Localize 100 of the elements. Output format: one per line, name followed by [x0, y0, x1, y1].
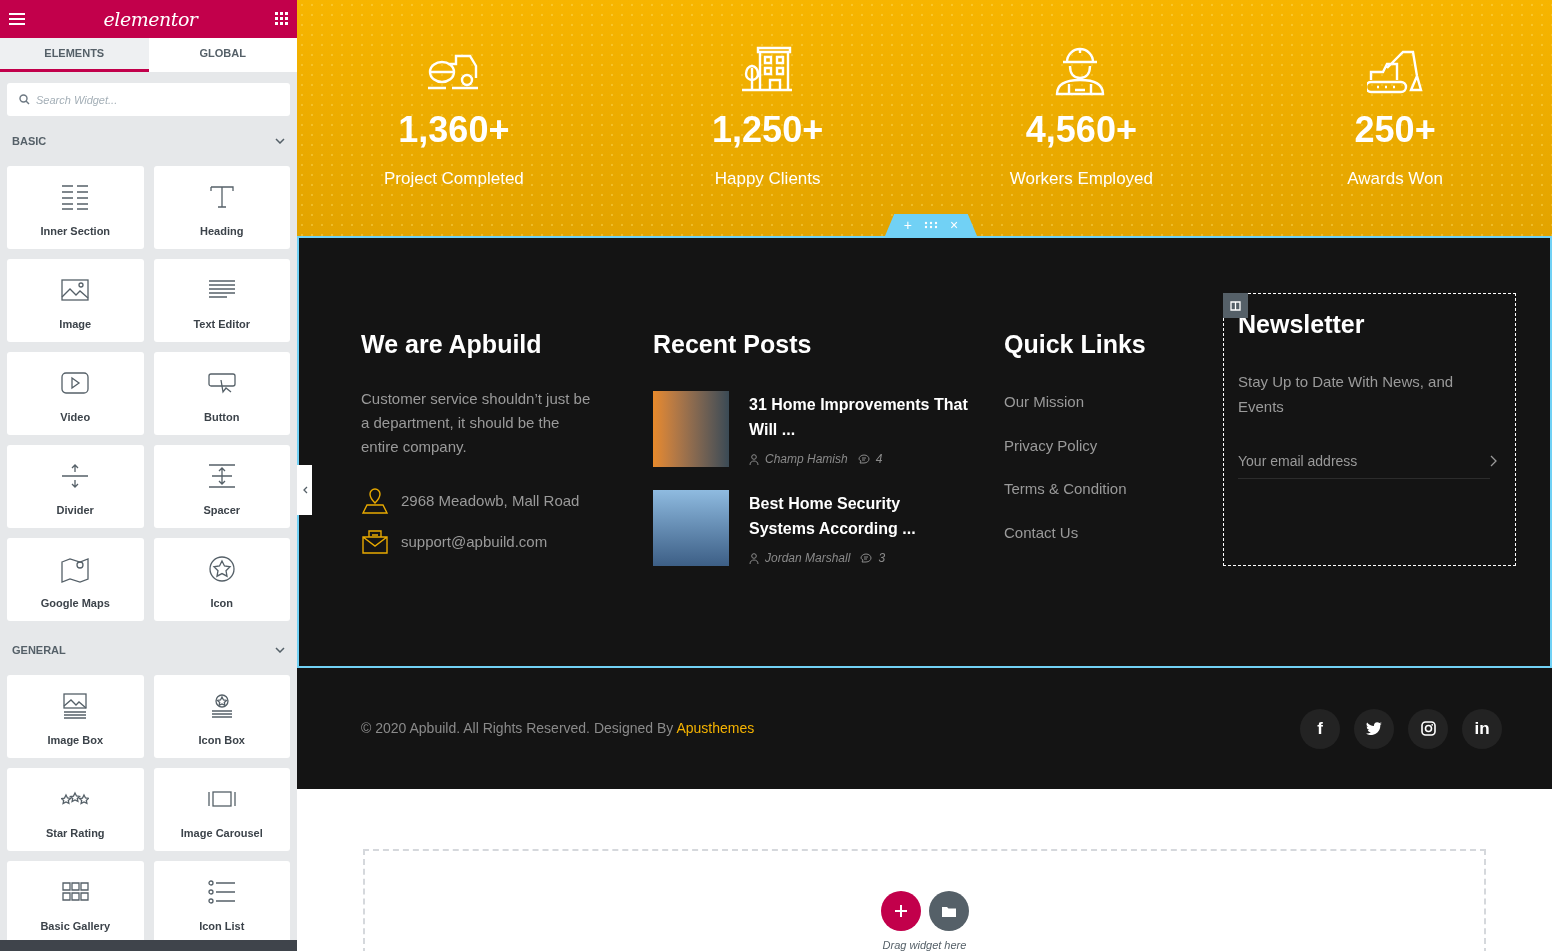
post-author: Champ Hamish [765, 451, 848, 468]
facebook-link[interactable]: f [1300, 708, 1340, 749]
stat-label: Happy Clients [714, 168, 821, 190]
person-icon [749, 453, 759, 465]
widget-label: Video [60, 409, 91, 425]
stat-value: 250+ [1354, 112, 1436, 148]
widget-card[interactable]: Icon [153, 538, 290, 621]
chevron-icon[interactable] [275, 138, 285, 144]
designer-link[interactable]: Apusthemes [676, 720, 755, 736]
imagebox-icon [61, 692, 90, 720]
footer-link[interactable]: Our Mission [1004, 391, 1223, 414]
add-section-button[interactable] [880, 891, 921, 931]
twitter-link[interactable] [1354, 708, 1394, 749]
newsletter-text: Stay Up to Date With News, and Events [1238, 372, 1455, 417]
stat-label: Workers Employed [1009, 168, 1153, 190]
heading-icon [207, 183, 236, 211]
widget-label: Star Rating [45, 825, 105, 841]
comment-icon [857, 453, 870, 465]
email-text: support@apbuild.com [401, 531, 548, 552]
twitter-icon [1366, 722, 1382, 735]
widget-label: Spacer [203, 502, 241, 518]
widget-card[interactable]: Image Box [7, 675, 144, 758]
column-heading: Recent Posts [653, 332, 813, 357]
widget-label: Divider [56, 502, 94, 518]
widget-card[interactable]: Video [7, 352, 144, 435]
post-title[interactable]: 31 Home Improvements That Will ... [749, 392, 969, 442]
widget-label: Image Box [47, 732, 104, 748]
widget-label: Image [59, 316, 92, 332]
widget-label: Button [204, 409, 240, 425]
widget-card[interactable]: Inner Section [7, 166, 144, 249]
stat-value: 4,560+ [1025, 112, 1137, 148]
widget-label: Image Carousel [180, 825, 263, 841]
about-text: Customer service shouldn’t just be a department, it should be the entire company. [361, 389, 592, 457]
panel-tab[interactable]: ELEMENTS [0, 38, 149, 72]
comment-icon [860, 552, 873, 564]
column-heading: We are Apbuild [361, 332, 543, 357]
panel-tab[interactable]: GLOBAL [148, 38, 297, 72]
widget-card[interactable]: Button [153, 352, 290, 435]
collapse-panel-handle[interactable] [297, 465, 312, 515]
star-circle-icon [207, 555, 236, 583]
search-field[interactable]: Search Widget... [7, 83, 290, 116]
folder-icon [941, 905, 956, 917]
template-library-button[interactable] [928, 891, 969, 931]
widget-label: Text Editor [193, 316, 251, 332]
copyright-text: © 2020 Apbuild. All Rights Reserved. Designed By Apusthemes [361, 719, 755, 738]
menu-icon[interactable] [8, 12, 26, 26]
widget-label: Heading [200, 223, 244, 239]
widget-label: Basic Gallery [40, 918, 111, 934]
search-icon [19, 94, 30, 105]
elementor-logo: elementor [103, 6, 198, 32]
person-icon [749, 552, 759, 564]
instagram-icon [1420, 721, 1436, 736]
category-title[interactable]: GENERAL [12, 641, 66, 659]
widget-card[interactable]: Icon List [153, 861, 290, 940]
widget-label: Icon [210, 595, 234, 611]
instagram-link[interactable] [1408, 708, 1448, 749]
stat-value: 1,250+ [712, 112, 824, 148]
widget-card[interactable]: Basic Gallery [7, 861, 144, 940]
category-title[interactable]: BASIC [12, 132, 47, 150]
email-field[interactable]: Your email address [1238, 443, 1490, 479]
comment-count: 4 [875, 451, 883, 468]
linkedin-link[interactable]: in [1462, 708, 1502, 749]
stat-label: Awards Won [1347, 168, 1443, 190]
chevron-icon[interactable] [275, 647, 285, 653]
columns-icon [61, 183, 90, 211]
widget-card[interactable]: Star Rating [7, 768, 144, 851]
footer-link[interactable]: Privacy Policy [1004, 434, 1223, 457]
footer-link[interactable]: Terms & Condition [1004, 478, 1223, 501]
widget-card[interactable]: Google Maps [7, 538, 144, 621]
widget-label: Inner Section [40, 223, 111, 239]
chevron-right-icon[interactable] [1490, 455, 1497, 467]
post-title[interactable]: Best Home Security Systems According ... [749, 491, 969, 541]
image-icon [61, 276, 90, 304]
comment-count: 3 [878, 550, 886, 567]
video-icon [61, 369, 90, 397]
stat-label: Project Completed [383, 168, 524, 190]
map-pin-icon [361, 487, 389, 515]
widget-label: Google Maps [40, 595, 110, 611]
widget-card[interactable]: Image Carousel [153, 768, 290, 851]
drag-handle-icon[interactable] [924, 221, 938, 229]
column-heading: Newsletter [1238, 312, 1366, 337]
map-icon [61, 555, 90, 583]
widget-card[interactable]: Heading [153, 166, 290, 249]
envelope-icon [361, 529, 389, 555]
address-text: 2968 Meadowb, Mall Road [401, 490, 580, 511]
apps-grid-icon[interactable] [275, 12, 289, 26]
widget-card[interactable]: Text Editor [153, 259, 290, 342]
stat-value: 1,360+ [398, 112, 510, 148]
widget-card[interactable]: Divider [7, 445, 144, 528]
post-author: Jordan Marshall [765, 550, 851, 567]
footer-link[interactable]: Contact Us [1004, 521, 1223, 544]
widget-label: Icon Box [198, 732, 245, 748]
plus-icon [894, 905, 907, 917]
list-icon [207, 878, 236, 906]
column-heading: Quick Links [1004, 332, 1147, 357]
widget-card[interactable]: Spacer [153, 445, 290, 528]
widget-label: Icon List [199, 918, 245, 934]
widget-card[interactable]: Image [7, 259, 144, 342]
widget-card[interactable]: Icon Box [153, 675, 290, 758]
drop-hint: Drag widget here [882, 938, 967, 951]
